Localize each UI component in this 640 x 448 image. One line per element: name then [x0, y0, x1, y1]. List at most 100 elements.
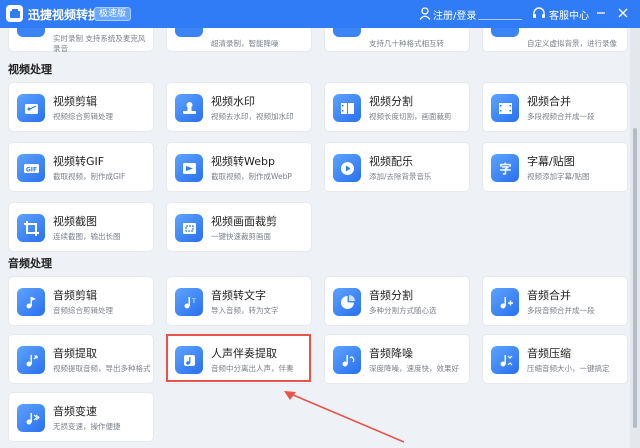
login-link[interactable]: 注册/登录	[433, 7, 476, 22]
play-music-icon	[333, 154, 361, 182]
audio-merge-icon	[491, 288, 519, 316]
card-desc: 视频去水印，视频加水印	[211, 112, 294, 121]
crop-icon	[17, 214, 45, 242]
card-desc: 截取视频，制作成WebP	[211, 172, 292, 181]
card-title: 视频水印	[211, 95, 255, 108]
card-title: 音频分割	[369, 289, 413, 302]
svg-text:GIF: GIF	[25, 166, 36, 173]
user-icon[interactable]	[419, 7, 431, 20]
card-title: 音频压缩	[527, 347, 571, 360]
card-desc: 视频综合剪辑处理	[53, 112, 113, 121]
tool-card-video-merge[interactable]: 视频合并 多段视频合并成一段	[482, 82, 628, 132]
title-divider	[478, 19, 522, 20]
section-title-audio: 音频处理	[8, 257, 52, 270]
card-desc: 无损变速，操作便捷	[53, 422, 121, 431]
customer-service-link[interactable]: 客服中心	[549, 7, 589, 22]
card-desc: 音频综合剪辑处理	[53, 306, 113, 315]
audio-cut-icon	[17, 288, 45, 316]
denoise-icon	[333, 346, 361, 374]
tool-card-video-edit[interactable]: 视频剪辑 视频综合剪辑处理	[8, 82, 154, 132]
svg-text:字: 字	[499, 161, 511, 176]
scissors-icon	[17, 94, 45, 122]
close-button[interactable]	[614, 4, 632, 22]
tool-card-video-gif[interactable]: GIF 视频转GIF 截取视频，制作成GIF	[8, 142, 154, 192]
card-title: 视频剪辑	[53, 95, 97, 108]
card-title: 音频提取	[53, 347, 97, 360]
tool-card-audio-split[interactable]: 音频分割 多种分割方式随心选	[324, 276, 470, 326]
card-desc: 导入音频，转为文字	[211, 306, 279, 315]
vocal-separate-icon	[175, 346, 203, 374]
card-desc: 视频提取音频，导出多种格式	[53, 364, 151, 373]
gif-icon: GIF	[17, 154, 45, 182]
webp-icon	[175, 154, 203, 182]
svg-text:T: T	[191, 298, 196, 305]
card-desc: 连续截图，输出长图	[53, 232, 121, 241]
card-desc: 压缩音频大小，一键搞定	[527, 364, 610, 373]
section-title-video: 视频处理	[8, 63, 52, 76]
scrollbar-thumb[interactable]	[633, 128, 637, 428]
stamp-icon	[175, 94, 203, 122]
title-bar: 迅捷视频转换器 极速版 注册/登录 客服中心	[0, 0, 640, 28]
card-title: 人声伴奏提取	[211, 347, 277, 360]
card-desc: 多段视频合并成一段	[527, 112, 595, 121]
virtual-bg-icon	[491, 28, 519, 37]
tool-card-audio-edit[interactable]: 音频剪辑 音频综合剪辑处理	[8, 276, 154, 326]
camera-icon	[175, 28, 203, 37]
tool-card-audio-compress[interactable]: 音频压缩 压缩音频大小，一键搞定	[482, 334, 628, 384]
card-title: 音频变速	[53, 405, 97, 418]
card-title: 视频截图	[53, 215, 97, 228]
format-convert-card[interactable]: 支持几十种格式相互转	[324, 28, 470, 52]
film-merge-icon	[491, 94, 519, 122]
tool-card-vocal-separate[interactable]: 人声伴奏提取 音频中分离出人声，伴奏	[166, 334, 312, 384]
card-desc: 深度降噪，速度快，效果好	[369, 364, 459, 373]
tool-card-video-webp[interactable]: 视频转Webp 截取视频，制作成WebP	[166, 142, 312, 192]
speed-icon	[17, 404, 45, 432]
edition-badge: 极速版	[94, 7, 132, 21]
card-title: 音频合并	[527, 289, 571, 302]
card-title: 视频合并	[527, 95, 571, 108]
card-desc: 超清录制，智能降噪	[211, 39, 279, 48]
card-desc: 视频长度切割，画面裁剪	[369, 112, 452, 121]
card-desc: 一键快速裁剪画面	[211, 232, 271, 241]
audio-extract-icon	[17, 346, 45, 374]
card-title: 视频配乐	[369, 155, 413, 168]
card-title: 视频画面裁剪	[211, 215, 277, 228]
card-title: 视频转GIF	[53, 155, 105, 168]
tool-card-video-screenshot[interactable]: 视频截图 连续截图，输出长图	[8, 202, 154, 252]
tool-card-frame-crop[interactable]: 视频画面裁剪 一键快速裁剪画面	[166, 202, 312, 252]
film-split-icon	[333, 94, 361, 122]
hd-record-card[interactable]: 超清录制，智能降噪	[166, 28, 312, 52]
close-icon	[618, 8, 628, 18]
audio-text-icon: T	[175, 288, 203, 316]
tool-card-audio-denoise[interactable]: 音频降噪 深度降噪，速度快，效果好	[324, 334, 470, 384]
minimize-icon	[597, 12, 605, 14]
tool-card-audio-speed[interactable]: 音频变速 无损变速，操作便捷	[8, 392, 154, 442]
convert-icon	[333, 28, 361, 37]
tool-card-video-split[interactable]: 视频分割 视频长度切割，画面裁剪	[324, 82, 470, 132]
card-desc: 视频添加字幕/贴图	[527, 172, 590, 181]
card-desc: 多种分割方式随心选	[369, 306, 437, 315]
tool-card-audio-merge[interactable]: 音频合并 多段音频合并成一段	[482, 276, 628, 326]
tool-card-video-music[interactable]: 视频配乐 添加/去除背景音乐	[324, 142, 470, 192]
card-desc: 音频中分离出人声，伴奏	[211, 364, 294, 373]
tool-card-video-watermark[interactable]: 视频水印 视频去水印，视频加水印	[166, 82, 312, 132]
tool-card-audio-extract[interactable]: 音频提取 视频提取音频，导出多种格式	[8, 334, 154, 384]
tool-card-subtitle[interactable]: 字 字幕/贴图 视频添加字幕/贴图	[482, 142, 628, 192]
card-title: 音频剪辑	[53, 289, 97, 302]
card-title: 字幕/贴图	[527, 155, 575, 168]
subtitle-icon: 字	[491, 154, 519, 182]
card-title: 视频分割	[369, 95, 413, 108]
minimize-button[interactable]	[592, 4, 610, 22]
headset-icon[interactable]	[532, 6, 546, 20]
card-desc: 自定义虚拟背景，进行录像	[527, 39, 617, 48]
card-title: 视频转Webp	[211, 155, 275, 168]
audio-split-icon	[333, 288, 361, 316]
compress-icon	[491, 346, 519, 374]
tool-card-audio-to-text[interactable]: T 音频转文字 导入音频，转为文字	[166, 276, 312, 326]
card-desc: 添加/去除背景音乐	[369, 172, 432, 181]
screen-record-card[interactable]: 实时录制 支持系统及麦克风 录音	[8, 28, 154, 53]
scrollbar[interactable]	[630, 28, 640, 448]
record-icon	[17, 28, 45, 37]
card-desc: 支持几十种格式相互转	[369, 39, 444, 48]
virtual-bg-card[interactable]: 自定义虚拟背景，进行录像	[482, 28, 628, 52]
